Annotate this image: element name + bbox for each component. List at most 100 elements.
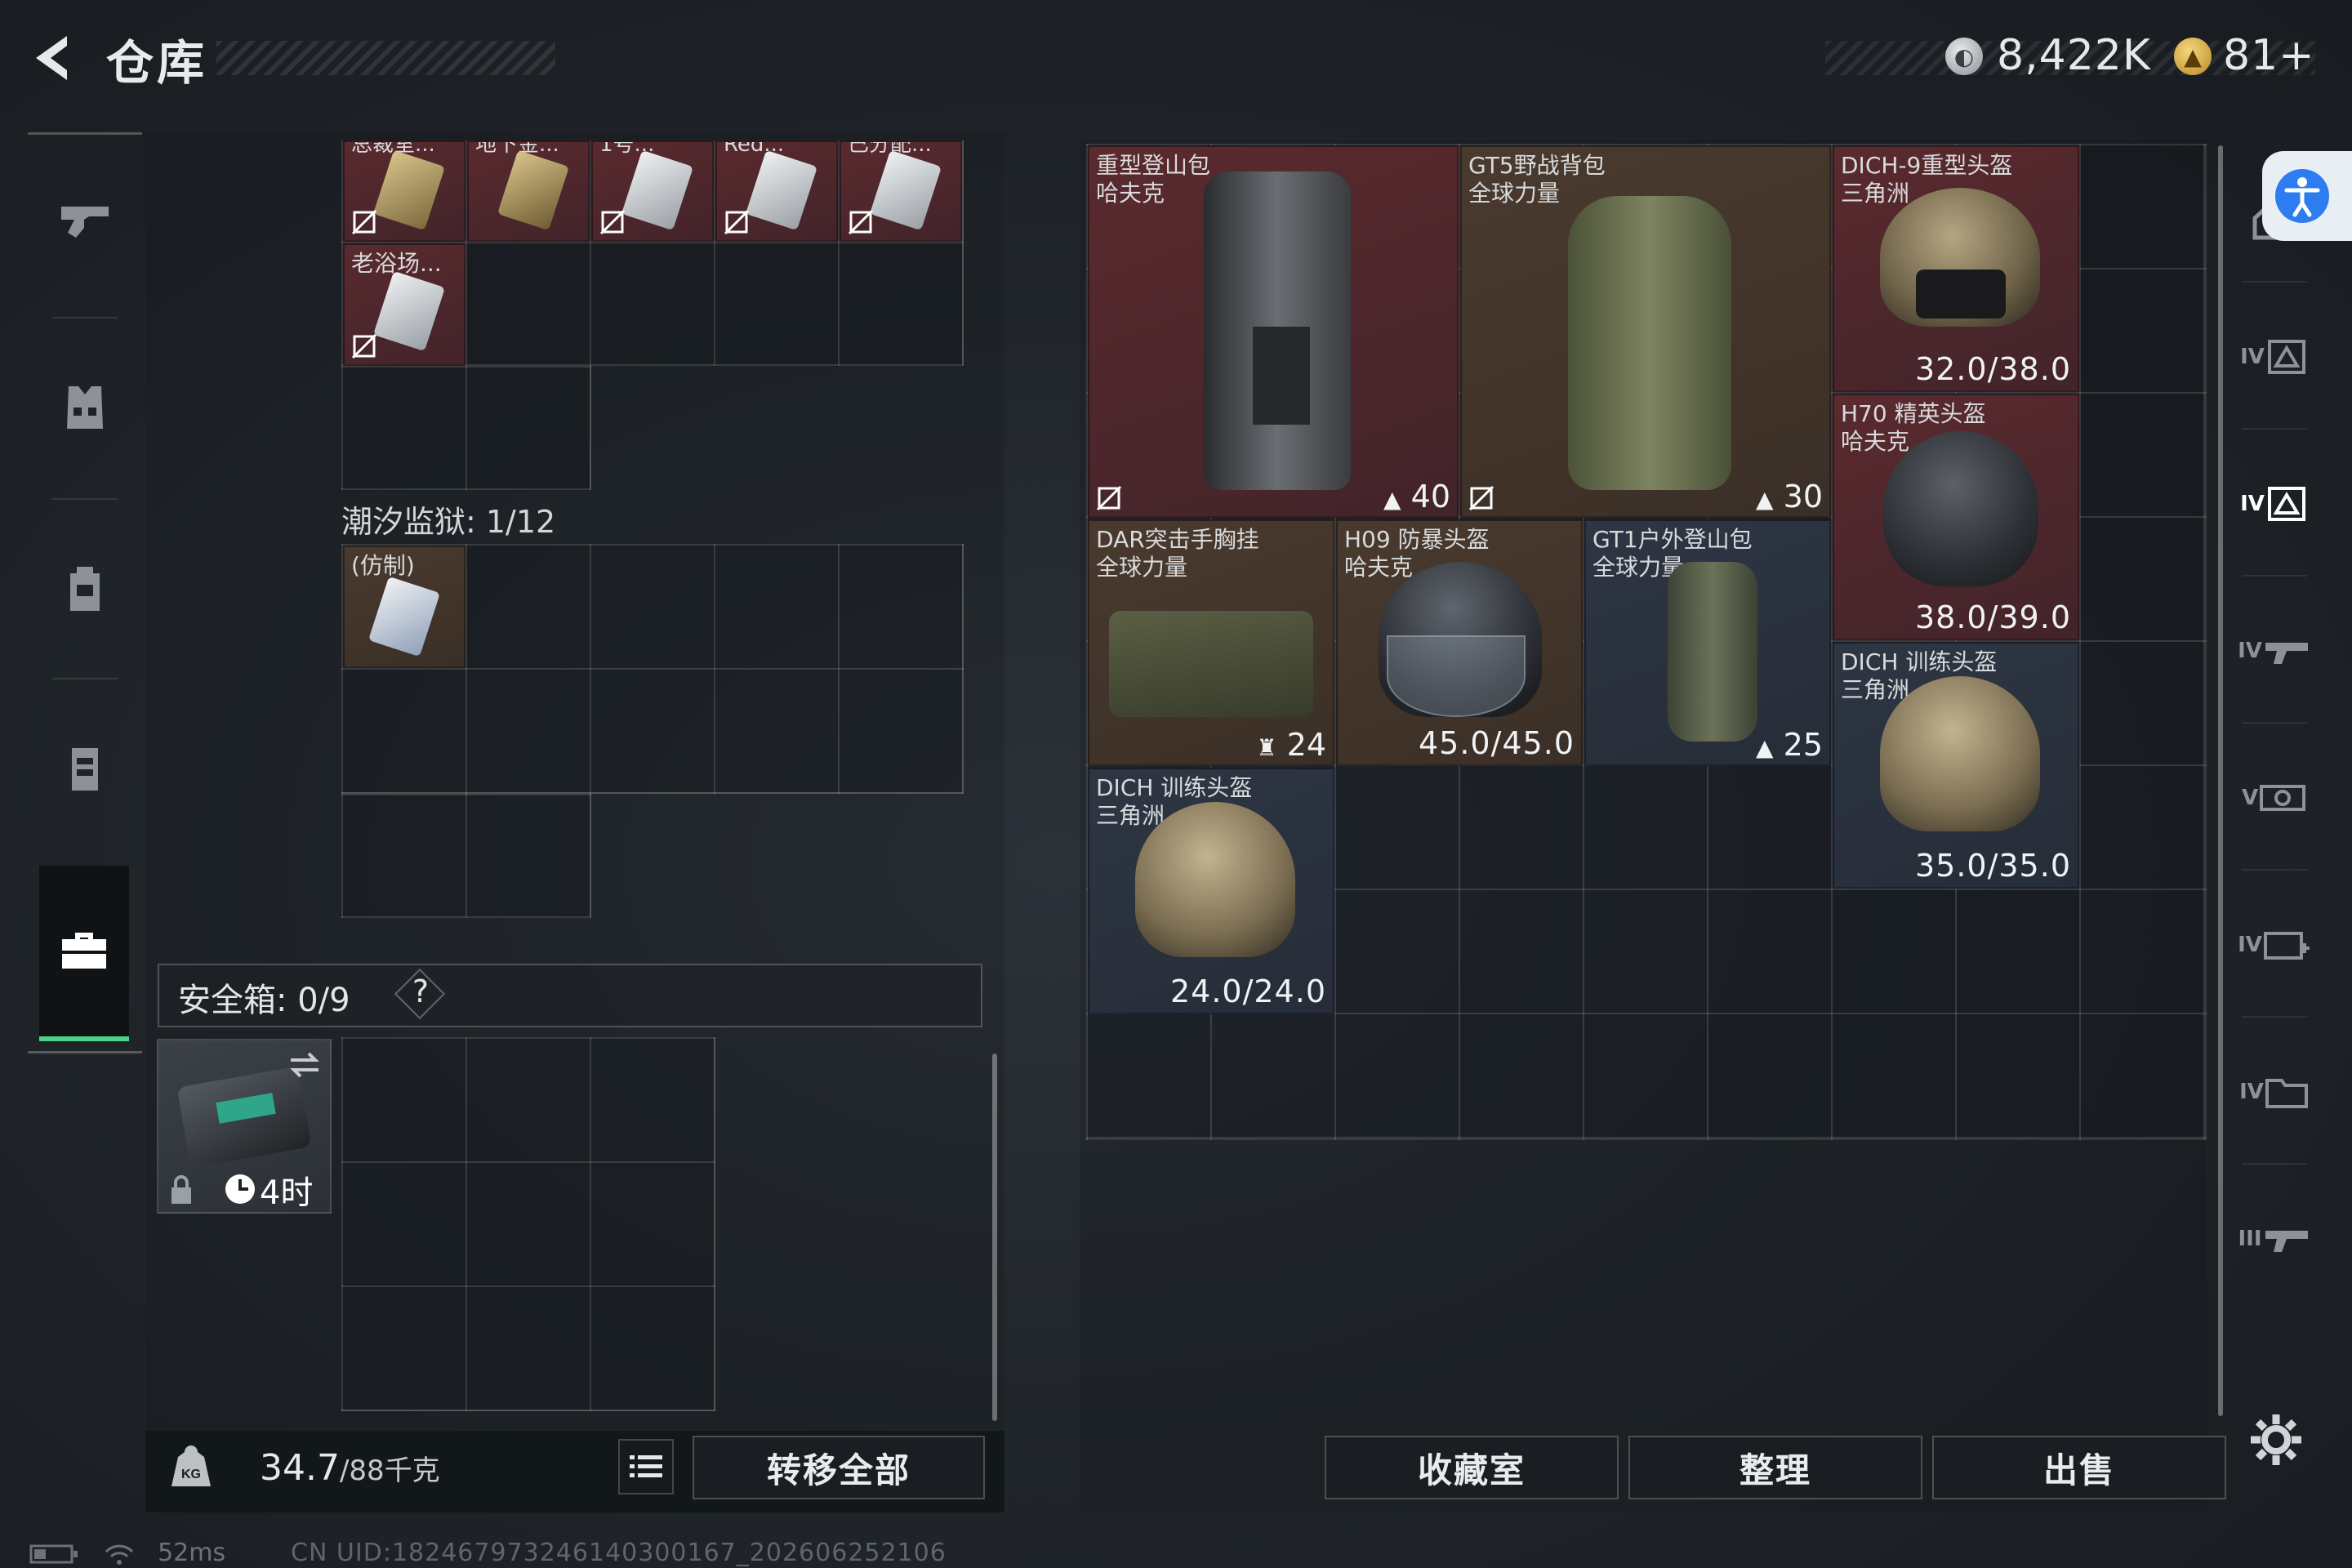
no-trade-icon (1468, 485, 1494, 511)
key-item[interactable]: 老浴场... (343, 243, 466, 366)
capacity-count: ▲ 25 (1756, 727, 1823, 763)
key-item[interactable]: 总裁室... (343, 140, 466, 242)
weight-value: 34.7/88千克 (260, 1447, 440, 1489)
weapon-filter-icon (2265, 1231, 2308, 1252)
page-title: 仓库 (106, 35, 208, 91)
backpack-pocket (1253, 327, 1310, 425)
key-item[interactable]: Red... (715, 140, 838, 242)
filter-scope-v[interactable]: V (2230, 728, 2319, 867)
tide-key-item[interactable]: (仿制) (343, 546, 466, 668)
folder-filter-icon (2265, 1079, 2308, 1108)
nav-armor[interactable] (28, 318, 142, 497)
left-scrollbar[interactable] (992, 1054, 997, 1421)
transfer-all-button[interactable]: 转移全部 (693, 1436, 985, 1499)
keycard-image (745, 149, 818, 231)
safe-box-timer: 4时 (260, 1174, 314, 1212)
help-mark: ? (412, 973, 430, 1009)
currency-silver-value: 8,422K (1997, 31, 2151, 80)
capacity-icon: ▲ (1383, 486, 1401, 513)
no-trade-icon (599, 209, 626, 235)
backpack-icon (70, 567, 100, 611)
sell-button[interactable]: 出售 (1932, 1436, 2226, 1499)
durability-value: 24.0/24.0 (1169, 973, 1326, 1009)
item-name: DAR突击手胸挂 全球力量 (1096, 526, 1259, 581)
accessibility-icon (2275, 169, 2329, 223)
helmet-item[interactable]: H70 精英头盔 哈夫克 38.0/39.0 (1833, 394, 2079, 640)
nav-chest-rig[interactable] (28, 679, 142, 858)
accessibility-button[interactable] (2262, 151, 2352, 241)
capacity-count: ▲ 30 (1756, 479, 1823, 514)
helmet-image (1880, 676, 2040, 831)
keycard-image (869, 149, 942, 231)
chest-rig-image (1109, 611, 1313, 717)
scope-filter-icon (2260, 785, 2306, 811)
filter-misc-iii[interactable]: III (2230, 1169, 2319, 1308)
key-item[interactable]: 已分配... (840, 140, 962, 242)
silver-coin-icon: ◐ (1945, 38, 1983, 75)
nav-backpack[interactable] (28, 500, 142, 678)
helmet-item[interactable]: DICH 训练头盔 三角洲 35.0/35.0 (1833, 642, 2079, 889)
keycard-image (368, 576, 441, 657)
capacity-count: ▲ 40 (1383, 479, 1450, 514)
chest-rig-item[interactable]: DAR突击手胸挂 全球力量 ♜ 24 (1088, 519, 1334, 766)
collection-room-button[interactable]: 收藏室 (1325, 1436, 1619, 1499)
list-view-button[interactable] (618, 1439, 674, 1494)
filter-medical-iv[interactable]: IV (2230, 875, 2319, 1014)
helmet-item[interactable]: H09 防暴头盔 哈夫克 45.0/45.0 (1336, 519, 1583, 766)
settings-gear-icon[interactable] (2247, 1411, 2305, 1468)
helmet-image (1883, 431, 2038, 586)
weight-max: /88千克 (339, 1454, 440, 1487)
sort-button[interactable]: 整理 (1628, 1436, 1922, 1499)
clock-icon (225, 1174, 255, 1204)
safe-box-label: 安全箱: 0/9 (178, 982, 350, 1019)
currency-gold-value[interactable]: 81+ (2223, 31, 2315, 80)
helmet-item[interactable]: DICH-9重型头盔 三角洲 32.0/38.0 (1833, 145, 2079, 392)
no-trade-icon (848, 209, 874, 235)
helmet-visor (1916, 270, 2006, 318)
filter-armor-iv[interactable]: IV (2230, 434, 2319, 573)
no-trade-icon (351, 209, 377, 235)
backpack-image (1668, 562, 1757, 742)
key-grid-extra (341, 366, 591, 490)
vest-icon: ♜ (1256, 734, 1277, 761)
user-uid: CN UID:1824679732461403001​67_2026062521… (291, 1539, 947, 1567)
helmet-face-shield (1387, 635, 1526, 717)
backpack-item[interactable]: 重型登山包 哈夫克 ▲ 40 (1088, 145, 1459, 518)
tide-grid-extra (341, 794, 591, 918)
battery-icon (29, 1544, 78, 1563)
filter-weapon-iv[interactable]: IV (2230, 581, 2319, 720)
nav-divider (28, 1051, 142, 1054)
item-name: GT5野战背包 全球力量 (1468, 152, 1606, 207)
durability-value: 35.0/35.0 (1914, 848, 2071, 884)
backpack-item[interactable]: GT5野战背包 全球力量 ▲ 30 (1460, 145, 1831, 518)
nav-safe-box[interactable] (39, 866, 129, 1041)
weight-icon: KG (172, 1446, 211, 1486)
key-item[interactable]: 地下金... (467, 140, 590, 242)
durability-value: 38.0/39.0 (1914, 599, 2071, 635)
back-arrow-icon[interactable] (24, 29, 82, 87)
gun-filter-icon (2265, 643, 2308, 664)
safe-box-grid (341, 1037, 715, 1411)
keycard-image (621, 149, 694, 231)
capacity-icon: ▲ (1756, 486, 1774, 513)
capacity-count: ♜ 24 (1256, 727, 1326, 763)
briefcase-icon (62, 933, 106, 969)
filter-items-iv[interactable]: IV (2230, 1022, 2319, 1161)
chest-rig-icon (72, 748, 98, 791)
keycard-image (372, 270, 446, 352)
nav-weapons[interactable] (28, 131, 142, 309)
pistol-icon (61, 207, 109, 238)
no-trade-icon (351, 333, 377, 359)
list-icon (630, 1455, 662, 1477)
backpack-item[interactable]: GT1户外登山包 全球力量 ▲ 25 (1584, 519, 1831, 766)
title-decoration (216, 41, 555, 75)
filter-helmet-iv[interactable]: IV (2230, 287, 2319, 426)
swap-icon[interactable] (287, 1050, 322, 1080)
tide-prison-label: 潮汐监狱: 1/12 (341, 504, 556, 540)
key-item[interactable]: 1号... (591, 140, 714, 242)
helmet-item[interactable]: DICH 训练头盔 三角洲 24.0/24.0 (1088, 768, 1334, 1014)
right-scrollbar[interactable] (2218, 145, 2223, 1416)
capacity-icon: ▲ (1756, 734, 1774, 761)
backpack-image (1568, 196, 1731, 490)
svg-text:KG: KG (181, 1468, 201, 1481)
